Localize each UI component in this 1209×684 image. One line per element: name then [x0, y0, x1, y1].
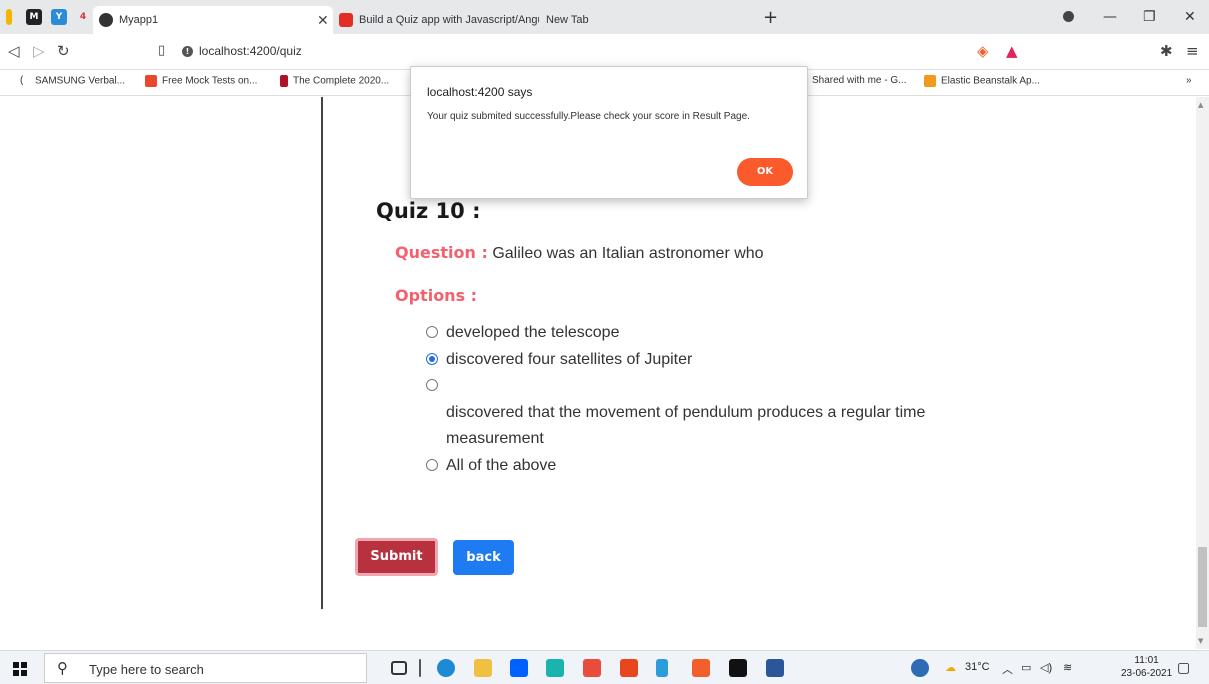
app-icon[interactable]: 4: [75, 9, 91, 25]
menu-icon[interactable]: ≡: [1186, 43, 1199, 59]
option-3-label: discovered that the movement of pendulum…: [446, 404, 926, 447]
restore-button[interactable]: ❐: [1143, 9, 1156, 25]
bookmark-item[interactable]: Shared with me - G...: [812, 75, 906, 86]
dialog-message: Your quiz submited successfully.Please c…: [427, 111, 750, 122]
dropbox-icon[interactable]: [510, 659, 528, 677]
chevron-up-icon[interactable]: ︿: [1002, 661, 1013, 677]
bookmark-icon: [280, 75, 288, 87]
clock-date: 23-06-2021: [1121, 668, 1173, 679]
tab-label: Myapp1: [119, 14, 159, 26]
office-icon[interactable]: [620, 659, 638, 677]
brave-icon[interactable]: [692, 659, 710, 677]
bookmark-item[interactable]: (SAMSUNG Verbal...: [20, 75, 125, 87]
terminal-icon[interactable]: [729, 659, 747, 677]
search-placeholder: Type here to search: [89, 662, 204, 677]
battery-icon[interactable]: ▭: [1021, 661, 1031, 674]
question-label: Question :: [395, 243, 488, 262]
scroll-thumb[interactable]: [1198, 547, 1207, 627]
app-icon[interactable]: [656, 659, 668, 677]
bookmark-icon[interactable]: ▯: [158, 43, 165, 59]
option-4[interactable]: All of the above: [426, 457, 556, 475]
taskbar: ⚲ Type here to search ☁ 31°C ︿ ▭ ◁) ≋ 11…: [0, 650, 1209, 684]
address-bar[interactable]: localhost:4200/quiz: [199, 44, 302, 58]
ok-button[interactable]: OK: [737, 158, 793, 186]
tab-new-tab[interactable]: New Tab: [540, 6, 750, 34]
radio-option-3[interactable]: [426, 378, 438, 391]
bookmark-item[interactable]: Free Mock Tests on...: [145, 75, 257, 87]
close-window-button[interactable]: ✕: [1184, 9, 1196, 25]
radio-option-2[interactable]: [426, 352, 438, 365]
taskbar-search[interactable]: ⚲ Type here to search: [44, 653, 367, 683]
option-2[interactable]: discovered four satellites of Jupiter: [426, 351, 692, 369]
question-text: Galileo was an Italian astronomer who: [492, 245, 764, 262]
tab-label: New Tab: [546, 14, 589, 26]
divider: [321, 97, 323, 609]
scroll-up-icon[interactable]: ▲: [1198, 101, 1203, 109]
search-icon: ⚲: [57, 659, 68, 677]
radio-option-1[interactable]: [426, 325, 438, 338]
tab-youtube[interactable]: Build a Quiz app with Javascript/Angu: [333, 6, 539, 34]
back-nav-icon[interactable]: ◁: [8, 43, 20, 59]
brave-rewards-icon[interactable]: ▲: [1006, 43, 1018, 59]
bookmarks-overflow[interactable]: »: [1186, 75, 1192, 86]
app-icon[interactable]: Y: [51, 9, 67, 25]
app-icon[interactable]: [546, 659, 564, 677]
bookmark-icon: [145, 75, 157, 87]
option-3[interactable]: [426, 377, 446, 395]
scrollbar[interactable]: ▲ ▼: [1196, 97, 1209, 649]
radio-option-4[interactable]: [426, 458, 438, 471]
taskbar-separator-icon: [419, 659, 421, 677]
edge-icon[interactable]: [437, 659, 455, 677]
scroll-down-icon[interactable]: ▼: [1198, 637, 1203, 645]
windows-start-icon[interactable]: [13, 662, 27, 676]
extensions-icon[interactable]: ✱: [1160, 43, 1173, 59]
app-icon[interactable]: [583, 659, 601, 677]
browser-nav-bar: ◁ ▷ ↻ ▯ ! localhost:4200/quiz ◈ ▲ ✱ ≡: [0, 34, 1209, 70]
app-icon[interactable]: M: [26, 9, 42, 25]
volume-icon[interactable]: ◁): [1040, 661, 1052, 674]
forward-nav-icon[interactable]: ▷: [33, 43, 45, 59]
app-icon[interactable]: [6, 9, 12, 25]
submit-button[interactable]: Submit: [355, 538, 438, 576]
help-icon[interactable]: [911, 659, 929, 677]
clock[interactable]: 11:01 23-06-2021: [1121, 654, 1172, 680]
task-view-icon[interactable]: [391, 661, 407, 675]
minimize-button[interactable]: —: [1103, 9, 1117, 25]
reload-icon[interactable]: ↻: [57, 43, 70, 59]
bookmark-icon: (: [20, 75, 24, 86]
tab-myapp1[interactable]: Myapp1 ✕: [93, 6, 333, 34]
back-button[interactable]: back: [453, 540, 514, 575]
bookmark-icon: [924, 75, 936, 87]
file-explorer-icon[interactable]: [474, 659, 492, 677]
alert-dialog: localhost:4200 says Your quiz submited s…: [410, 66, 808, 199]
profile-icon[interactable]: [1063, 11, 1074, 22]
notification-icon[interactable]: ▢: [1177, 659, 1190, 676]
option-1[interactable]: developed the telescope: [426, 324, 619, 342]
close-icon[interactable]: ✕: [317, 6, 329, 34]
wifi-icon[interactable]: ≋: [1063, 661, 1072, 674]
youtube-icon: [339, 13, 353, 28]
browser-tab-bar: M Y 4 Myapp1 ✕ Build a Quiz app with Jav…: [0, 0, 1209, 34]
bookmark-item[interactable]: The Complete 2020...: [280, 75, 389, 87]
new-tab-button[interactable]: +: [763, 7, 778, 28]
info-icon[interactable]: !: [182, 46, 193, 57]
weather-temp[interactable]: 31°C: [965, 661, 990, 673]
question-row: Question : Galileo was an Italian astron…: [395, 243, 764, 263]
clock-time: 11:01: [1134, 655, 1159, 666]
word-icon[interactable]: [766, 659, 784, 677]
quiz-title: Quiz 10 :: [376, 199, 481, 223]
angular-icon: [99, 13, 113, 28]
weather-icon[interactable]: ☁: [945, 661, 956, 674]
options-label: Options :: [395, 286, 478, 305]
brave-shield-icon[interactable]: ◈: [977, 43, 989, 59]
tab-label: Build a Quiz app with Javascript/Angu: [359, 14, 539, 26]
dialog-title: localhost:4200 says: [427, 85, 533, 99]
bookmark-item[interactable]: Elastic Beanstalk Ap...: [924, 75, 1040, 87]
